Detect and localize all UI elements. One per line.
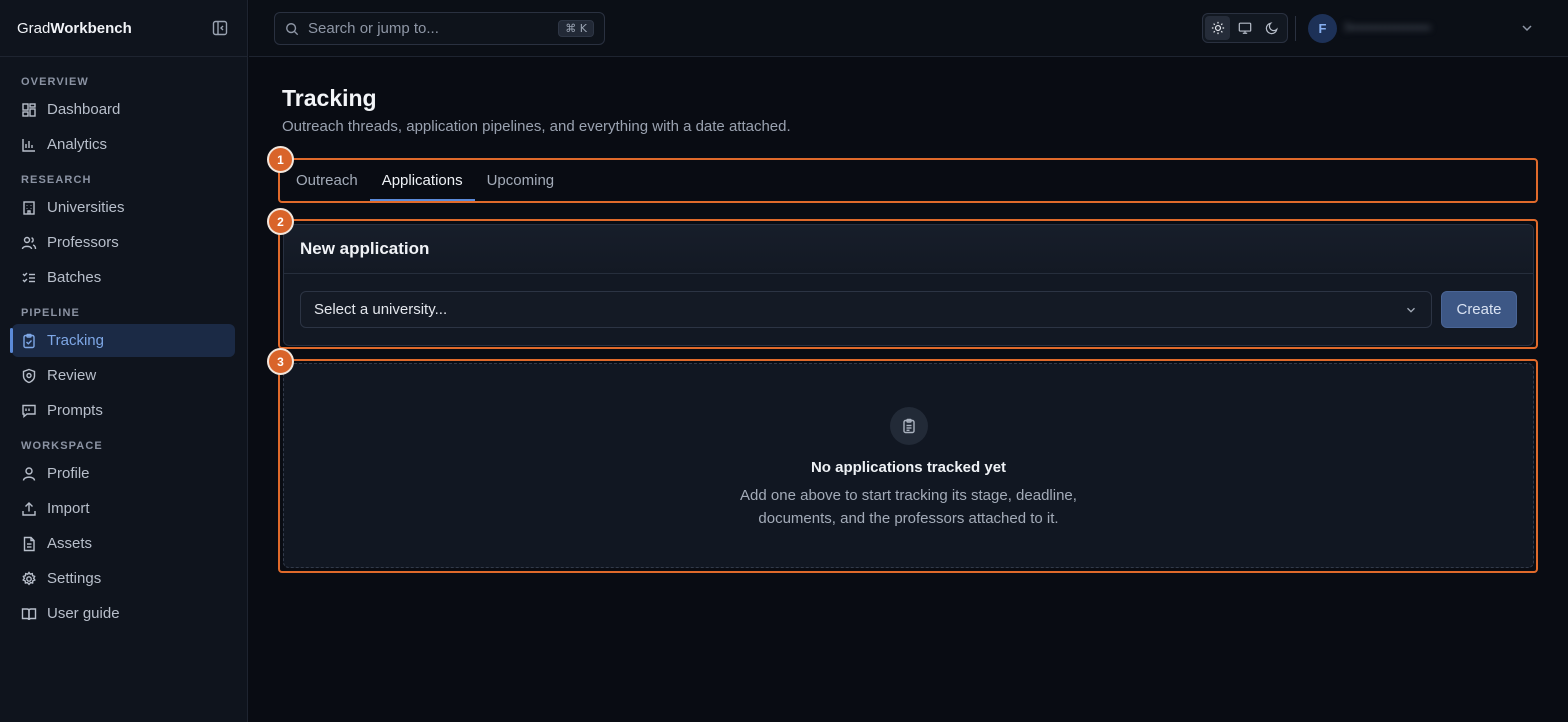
sidebar-nav: OVERVIEW Dashboard Analytics RESEARCH Un… xyxy=(0,57,247,630)
search-icon xyxy=(286,22,299,35)
moon-icon xyxy=(1266,22,1279,35)
chart-icon xyxy=(22,138,35,152)
main-content: Tracking Outreach threads, application p… xyxy=(249,58,1568,722)
brand-bold: Workbench xyxy=(50,19,132,37)
sidebar-item-analytics[interactable]: Analytics xyxy=(12,128,235,161)
sidebar-item-import[interactable]: Import xyxy=(12,492,235,525)
section-label-overview: OVERVIEW xyxy=(21,76,89,88)
callout-box-1 xyxy=(278,158,1538,203)
page-subtitle: Outreach threads, application pipelines,… xyxy=(282,118,791,135)
sidebar-item-tracking[interactable]: Tracking xyxy=(10,324,235,357)
sidebar: GradWorkbench OVERVIEW Dashboard Analyti… xyxy=(0,0,248,722)
sidebar-item-label: Import xyxy=(47,500,90,517)
brand-logo[interactable]: GradWorkbench xyxy=(17,20,132,37)
sidebar-item-label: Professors xyxy=(47,234,119,251)
system-theme-button[interactable] xyxy=(1232,16,1257,40)
gear-icon xyxy=(22,570,36,585)
sidebar-item-user-guide[interactable]: User guide xyxy=(12,597,235,630)
search-input[interactable]: Search or jump to... xyxy=(308,20,439,37)
checklist-icon xyxy=(22,272,35,282)
monitor-icon xyxy=(1238,22,1252,34)
callout-badge-2: 2 xyxy=(267,208,294,235)
topbar-divider xyxy=(1295,16,1296,41)
callout-badge-1: 1 xyxy=(267,146,294,173)
sidebar-item-profile[interactable]: Profile xyxy=(12,457,235,490)
sidebar-item-label: Review xyxy=(47,367,97,384)
callout-badge-3: 3 xyxy=(267,348,294,375)
book-icon xyxy=(21,607,37,620)
search-box[interactable]: Search or jump to... ⌘ K xyxy=(274,12,605,45)
brand-bar: GradWorkbench xyxy=(0,0,247,57)
message-icon xyxy=(22,404,36,418)
upload-icon xyxy=(22,501,36,516)
sidebar-item-label: Assets xyxy=(47,535,93,552)
sidebar-item-universities[interactable]: Universities xyxy=(12,191,235,224)
sidebar-item-label: Analytics xyxy=(47,136,108,153)
sidebar-item-dashboard[interactable]: Dashboard xyxy=(12,93,235,126)
section-label-workspace: WORKSPACE xyxy=(21,440,103,452)
page-title: Tracking xyxy=(282,85,377,111)
file-icon xyxy=(23,536,35,551)
shortcut-badge: ⌘ K xyxy=(558,20,594,37)
sidebar-item-label: Prompts xyxy=(47,402,103,419)
building-icon xyxy=(23,200,35,215)
sidebar-item-label: Dashboard xyxy=(47,101,121,118)
topbar: Search or jump to... ⌘ K F f••••••••••••… xyxy=(249,0,1568,57)
dashboard-icon xyxy=(22,102,36,117)
light-theme-button[interactable] xyxy=(1205,16,1231,40)
user-name[interactable]: f•••••••••••••••••• xyxy=(1345,20,1491,36)
sidebar-item-label: User guide xyxy=(47,605,120,622)
avatar[interactable]: F xyxy=(1308,14,1337,43)
theme-switcher xyxy=(1202,13,1288,43)
users-icon xyxy=(21,236,37,249)
dark-theme-button[interactable] xyxy=(1260,16,1285,40)
sidebar-item-assets[interactable]: Assets xyxy=(12,527,235,560)
sidebar-item-settings[interactable]: Settings xyxy=(12,562,235,595)
section-label-pipeline: PIPELINE xyxy=(21,307,80,319)
sun-icon xyxy=(1211,21,1224,35)
section-label-research: RESEARCH xyxy=(21,174,92,186)
sidebar-item-review[interactable]: Review xyxy=(12,359,235,392)
sidebar-item-label: Batches xyxy=(47,269,102,286)
user-icon xyxy=(22,466,36,481)
sidebar-item-batches[interactable]: Batches xyxy=(12,261,235,294)
sidebar-item-prompts[interactable]: Prompts xyxy=(12,394,235,427)
sidebar-item-label: Profile xyxy=(47,465,90,482)
brand-prefix: Grad xyxy=(17,19,51,37)
callout-box-3 xyxy=(278,359,1538,573)
callout-box-2 xyxy=(278,219,1538,349)
sidebar-item-label: Settings xyxy=(47,570,102,587)
shield-icon xyxy=(22,368,36,383)
sidebar-item-label: Tracking xyxy=(47,332,104,349)
sidebar-item-professors[interactable]: Professors xyxy=(12,226,235,259)
chevron-down-icon[interactable] xyxy=(1519,20,1535,36)
clipboard-icon xyxy=(23,333,35,348)
sidebar-item-label: Universities xyxy=(47,199,125,216)
sidebar-collapse-icon[interactable] xyxy=(211,19,229,37)
